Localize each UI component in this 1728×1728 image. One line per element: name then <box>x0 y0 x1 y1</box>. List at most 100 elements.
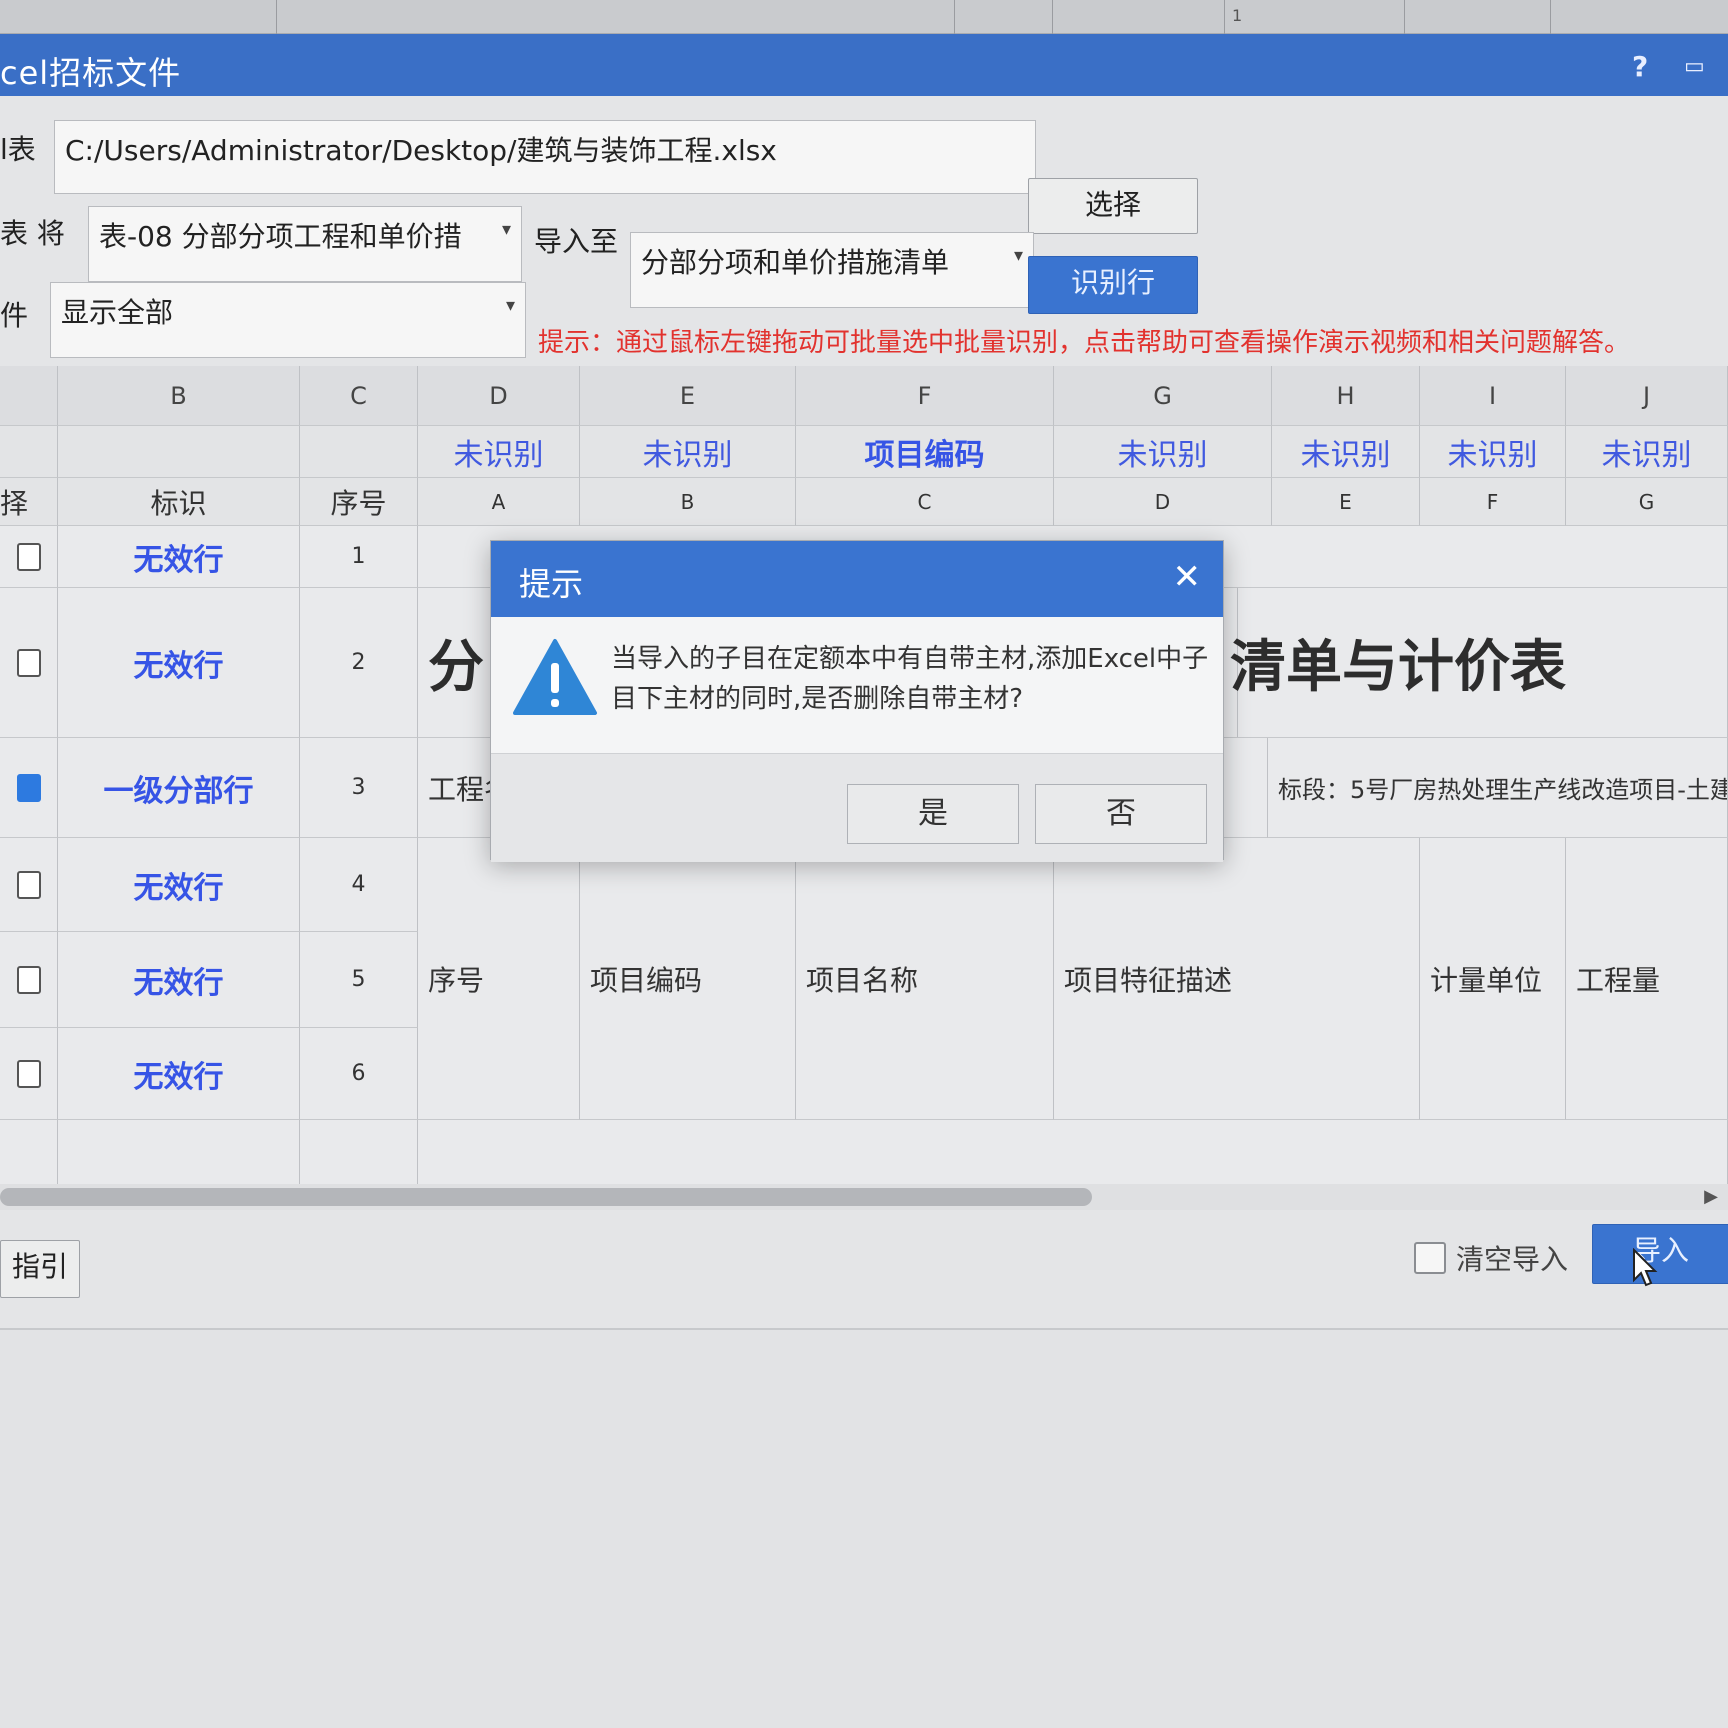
row-checkbox-cell[interactable] <box>0 526 58 588</box>
col-header-d[interactable]: D <box>418 366 580 426</box>
cell-desc-header: 项目特征描述 <box>1054 838 1420 1120</box>
row-mark[interactable]: 无效行 <box>58 1028 300 1120</box>
dialog-footer: 是 否 <box>491 753 1223 862</box>
identify-row-button[interactable]: 识别行 <box>1028 256 1198 314</box>
col-type-j[interactable]: 未识别 <box>1566 426 1728 478</box>
sheet-label: l表 <box>0 133 36 166</box>
window-title: cel招标文件 <box>0 54 182 92</box>
src-col-d: D <box>1054 478 1272 526</box>
row-mark <box>58 1120 300 1186</box>
row-checkbox[interactable] <box>16 773 41 802</box>
import-to-select-value: 分部分项和单价措施清单 <box>641 246 950 279</box>
col-header-f[interactable]: F <box>796 366 1054 426</box>
col-header-j[interactable]: J <box>1566 366 1728 426</box>
question-icon[interactable]: ? <box>1632 50 1648 83</box>
col-header-g[interactable]: G <box>1054 366 1272 426</box>
src-col-f: F <box>1420 478 1566 526</box>
dialog-header: 提示 ✕ <box>491 541 1223 617</box>
no-button[interactable]: 否 <box>1035 784 1207 844</box>
cell-code-header: 项目编码 <box>580 838 796 1120</box>
row-seq: 4 <box>300 838 418 932</box>
guide-button[interactable]: 指引 <box>0 1240 80 1298</box>
row-mark[interactable]: 无效行 <box>58 932 300 1028</box>
type-row-cell <box>300 426 418 478</box>
scroll-right-icon[interactable]: ▶ <box>1704 1186 1718 1207</box>
row-content <box>418 1120 1728 1186</box>
file-path-field[interactable]: C:/Users/Administrator/Desktop/建筑与装饰工程.x… <box>54 120 1036 194</box>
row-seq: 3 <box>300 738 418 838</box>
import-to-label: 导入至 <box>534 225 619 258</box>
row-mark[interactable]: 无效行 <box>58 588 300 738</box>
col-type-h[interactable]: 未识别 <box>1272 426 1420 478</box>
row-checkbox[interactable] <box>16 965 41 994</box>
cell-seq-header: 序号 <box>418 838 580 1120</box>
clear-import-label[interactable]: 清空导入 <box>1456 1238 1568 1278</box>
row-checkbox-cell[interactable] <box>0 588 58 738</box>
choose-button[interactable]: 选择 <box>1028 178 1198 234</box>
table-select[interactable]: 表-08 分部分项工程和单价措 ▾ <box>88 206 522 282</box>
table-select-value: 表-08 分部分项工程和单价措 <box>99 220 462 253</box>
dialog-title: 提示 <box>519 565 584 603</box>
restore-icon[interactable]: ▭ <box>1684 54 1705 79</box>
import-to-select[interactable]: 分部分项和单价措施清单 ▾ <box>630 232 1034 308</box>
head-mark: 标识 <box>58 478 300 526</box>
cell-unit-header: 计量单位 <box>1420 838 1566 1120</box>
row-section: 标段：5号厂房热处理生产线改造项目-土建 <box>1268 738 1728 838</box>
row-checkbox-cell[interactable] <box>0 1028 58 1120</box>
src-col-a: A <box>418 478 580 526</box>
row-mark[interactable]: 无效行 <box>58 838 300 932</box>
window-titlebar: cel招标文件 ? ▭ <box>0 34 1728 96</box>
yes-button[interactable]: 是 <box>847 784 1019 844</box>
row-seq: 2 <box>300 588 418 738</box>
table-label: 表 将 <box>0 217 65 250</box>
hint-text: 提示：通过鼠标左键拖动可批量选中批量识别，点击帮助可查看操作演示视频和相关问题解… <box>538 328 1631 358</box>
close-icon[interactable]: ✕ <box>1173 557 1202 597</box>
col-type-i[interactable]: 未识别 <box>1420 426 1566 478</box>
row-mark[interactable]: 一级分部行 <box>58 738 300 838</box>
row-title-right: 清单与计价表 <box>1220 588 1728 738</box>
col-header-i[interactable]: I <box>1420 366 1566 426</box>
bg-cell <box>276 0 277 34</box>
filter-select-value: 显示全部 <box>61 296 174 329</box>
col-type-g[interactable]: 未识别 <box>1054 426 1272 478</box>
mouse-cursor-icon <box>1633 1248 1658 1287</box>
col-type-d[interactable]: 未识别 <box>418 426 580 478</box>
col-type-e[interactable]: 未识别 <box>580 426 796 478</box>
src-col-c: C <box>796 478 1054 526</box>
bg-cell <box>954 0 955 34</box>
col-header-b[interactable]: B <box>58 366 300 426</box>
background-sheet-strip: 1 <box>0 0 1728 34</box>
row-checkbox-cell[interactable] <box>0 838 58 932</box>
cell-name-header: 项目名称 <box>796 838 1054 1120</box>
row-checkbox-cell <box>0 1120 58 1186</box>
src-col-g: G <box>1566 478 1728 526</box>
row-checkbox[interactable] <box>16 648 41 677</box>
import-button[interactable]: 导入 <box>1592 1224 1728 1284</box>
horizontal-scrollbar[interactable]: ▶ <box>0 1184 1728 1210</box>
filter-label: 件 <box>0 299 29 332</box>
row-checkbox[interactable] <box>16 870 41 899</box>
bg-cell <box>1052 0 1053 34</box>
bottom-bar: 指引 清空导入 导入 <box>0 1210 1728 1330</box>
bg-cell <box>1550 0 1551 34</box>
chevron-down-icon: ▾ <box>501 219 511 240</box>
type-row-cell <box>58 426 300 478</box>
row-seq: 6 <box>300 1028 418 1120</box>
bg-row-number: 1 <box>1232 6 1243 25</box>
scrollbar-thumb[interactable] <box>0 1188 1092 1206</box>
row-mark[interactable]: 无效行 <box>58 526 300 588</box>
row-checkbox[interactable] <box>16 1059 41 1088</box>
confirm-dialog: 提示 ✕ 当导入的子目在定额本中有自带主材,添加Excel中子目下主材的同时,是… <box>490 540 1224 862</box>
col-header-c[interactable]: C <box>300 366 418 426</box>
row-checkbox[interactable] <box>16 542 41 571</box>
clear-import-checkbox[interactable] <box>1414 1242 1446 1274</box>
col-header-e[interactable]: E <box>580 366 796 426</box>
row-seq <box>300 1120 418 1186</box>
window-lower-area <box>0 1330 1728 1728</box>
row-checkbox-cell[interactable] <box>0 738 58 838</box>
col-type-f[interactable]: 项目编码 <box>796 426 1054 478</box>
row-checkbox-cell[interactable] <box>0 932 58 1028</box>
col-header-h[interactable]: H <box>1272 366 1420 426</box>
cell-qty-header: 工程量 <box>1566 838 1728 1120</box>
filter-select[interactable]: 显示全部 ▾ <box>50 282 526 358</box>
